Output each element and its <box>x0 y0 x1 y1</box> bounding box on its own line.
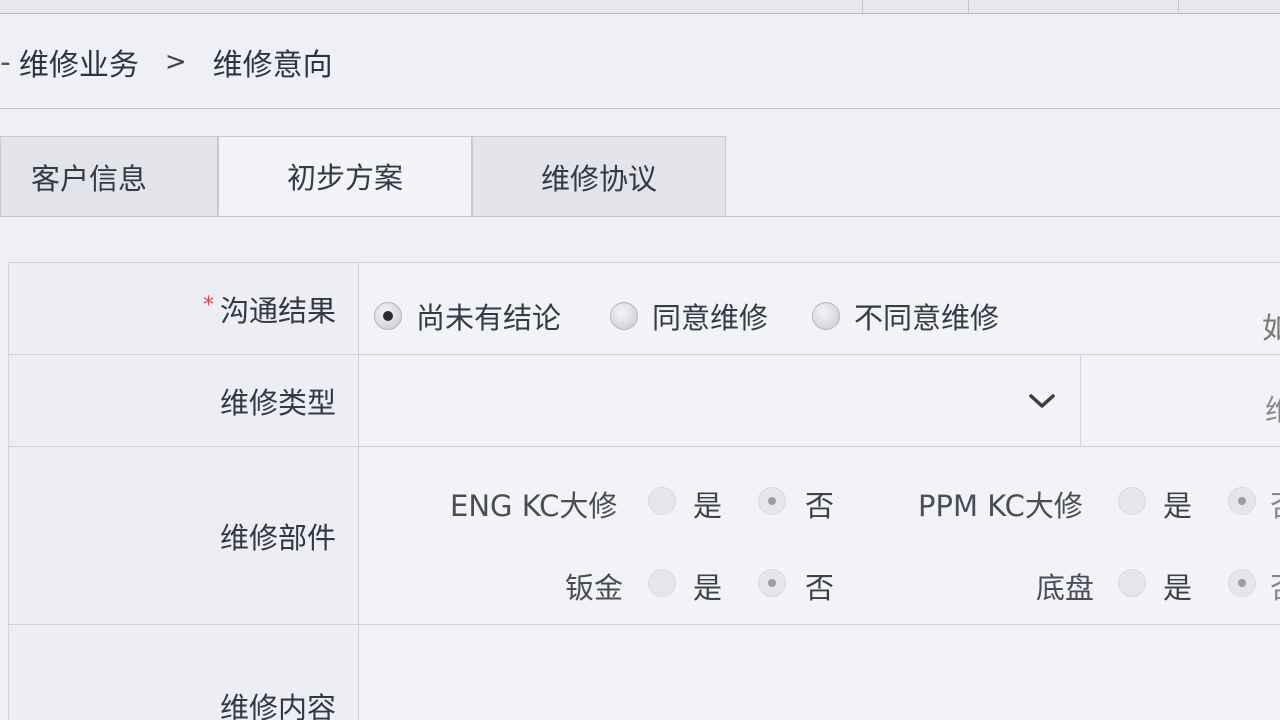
part-chassis-yes-radio[interactable] <box>1118 569 1146 597</box>
tab-preliminary-plan[interactable]: 初步方案 <box>218 136 472 216</box>
radio-disagree-label: 不同意维修 <box>854 301 1000 335</box>
repair-content-label: 维修内容 <box>9 625 359 720</box>
chevron-down-icon[interactable] <box>1028 391 1056 411</box>
part-chassis-label: 底盘 <box>1036 571 1095 605</box>
part-ppm-kc-label: PPM KC大修 <box>918 489 1083 523</box>
communication-result-label-text: 沟通结果 <box>219 293 336 328</box>
select-divider <box>1080 355 1081 446</box>
part-sheet-metal-yes-radio[interactable] <box>648 569 676 597</box>
communication-result-label: * 沟通结果 <box>9 263 359 354</box>
breadcrumb-separator: > <box>164 47 187 77</box>
repair-type-label: 维修类型 <box>9 355 359 446</box>
cutoff-label-right: 维 <box>1265 393 1280 427</box>
form-row-repair-type: 维修类型 维 <box>9 355 1280 447</box>
radio-option-agree[interactable]: 同意维修 <box>610 295 768 337</box>
part-eng-kc-no-radio[interactable] <box>758 487 786 515</box>
part-ppm-kc-yes-radio[interactable] <box>1118 487 1146 515</box>
tab-label: 初步方案 <box>286 161 403 195</box>
radio-undecided[interactable] <box>374 302 402 330</box>
part-eng-kc-label: ENG KC大修 <box>450 489 618 523</box>
radio-option-disagree[interactable]: 不同意维修 <box>812 295 999 337</box>
part-eng-kc-yes-label: 是 <box>693 489 723 523</box>
top-strip <box>0 0 1280 14</box>
communication-result-options: 尚未有结论 同意维修 不同意维修 如 <box>360 263 1280 354</box>
cutoff-label-right: 如 <box>1262 311 1280 345</box>
radio-agree[interactable] <box>610 302 638 330</box>
breadcrumb-prefix: - <box>0 44 11 80</box>
part-chassis-no-label: 否 <box>1270 565 1280 607</box>
part-ppm-kc-yes-label: 是 <box>1163 489 1193 523</box>
part-sheet-metal-label: 钣金 <box>565 571 624 605</box>
radio-option-undecided[interactable]: 尚未有结论 <box>374 295 561 337</box>
radio-undecided-label: 尚未有结论 <box>416 301 562 335</box>
part-chassis-yes-label: 是 <box>1163 571 1193 605</box>
breadcrumb-current: 维修意向 <box>212 48 333 83</box>
part-sheet-metal-no-radio[interactable] <box>758 569 786 597</box>
form-row-repair-content: 维修内容 <box>9 625 1280 720</box>
repair-parts-options: ENG KC大修 是 否 PPM KC大修 是 否 钣金 是 否 底盘 是 否 <box>360 447 1280 624</box>
repair-type-select[interactable]: 维 <box>360 355 1280 446</box>
part-ppm-kc-no-label: 否 <box>1270 483 1280 525</box>
part-sheet-metal-yes-label: 是 <box>693 571 723 605</box>
radio-disagree[interactable] <box>812 302 840 330</box>
header-divider <box>0 108 1280 109</box>
repair-type-label-text: 维修类型 <box>219 385 336 420</box>
repair-parts-label: 维修部件 <box>9 447 359 624</box>
part-eng-kc-yes-radio[interactable] <box>648 487 676 515</box>
breadcrumb-section[interactable]: 维修业务 <box>19 40 139 84</box>
radio-agree-label: 同意维修 <box>652 301 769 335</box>
form-row-repair-parts: 维修部件 ENG KC大修 是 否 PPM KC大修 是 否 钣金 是 否 底盘… <box>9 447 1280 625</box>
tab-label: 维修协议 <box>540 161 657 196</box>
tab-divider <box>0 216 1280 217</box>
required-mark: * <box>202 293 214 318</box>
tab-bar: 客户信息 初步方案 维修协议 <box>0 136 726 216</box>
part-sheet-metal-no-label: 否 <box>805 571 835 605</box>
part-ppm-kc-no-radio[interactable] <box>1228 487 1256 515</box>
breadcrumb: - 维修业务 > 维修意向 <box>0 40 333 84</box>
form-row-communication: * 沟通结果 尚未有结论 同意维修 不同意维修 如 <box>9 263 1280 355</box>
tab-label: 客户信息 <box>30 161 147 196</box>
repair-intent-form: * 沟通结果 尚未有结论 同意维修 不同意维修 如 维修类型 维 维修部件 EN… <box>8 262 1280 720</box>
tab-repair-agreement[interactable]: 维修协议 <box>472 136 726 216</box>
repair-parts-label-text: 维修部件 <box>219 520 336 555</box>
part-eng-kc-no-label: 否 <box>805 489 835 523</box>
repair-content-field[interactable] <box>360 625 1280 720</box>
repair-content-label-text: 维修内容 <box>219 691 336 720</box>
part-chassis-no-radio[interactable] <box>1228 569 1256 597</box>
tab-customer-info[interactable]: 客户信息 <box>0 136 218 216</box>
